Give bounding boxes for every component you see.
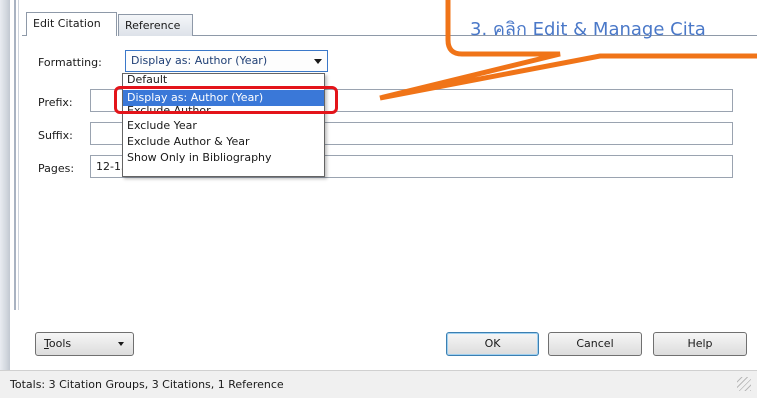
callout-text: 3. คลิก Edit & Manage Cita	[470, 19, 706, 40]
tools-button[interactable]: Tools	[35, 332, 134, 356]
resize-grip-icon[interactable]	[737, 377, 751, 391]
status-bar: Totals: 3 Citation Groups, 3 Citations, …	[0, 370, 757, 398]
cancel-button[interactable]: Cancel	[548, 332, 642, 356]
suffix-label: Suffix:	[38, 129, 73, 142]
ok-button[interactable]: OK	[446, 332, 539, 356]
dropdown-option-bibliography-only[interactable]: Show Only in Bibliography	[123, 150, 324, 166]
chevron-down-icon	[118, 342, 124, 346]
dropdown-option-exclude-year[interactable]: Exclude Year	[123, 118, 324, 134]
status-text: Totals: 3 Citation Groups, 3 Citations, …	[10, 378, 284, 391]
dropdown-option-exclude-author-year[interactable]: Exclude Author & Year	[123, 134, 324, 150]
pages-label: Pages:	[38, 162, 75, 175]
tools-button-label: ools	[48, 337, 72, 350]
help-button[interactable]: Help	[653, 332, 747, 356]
